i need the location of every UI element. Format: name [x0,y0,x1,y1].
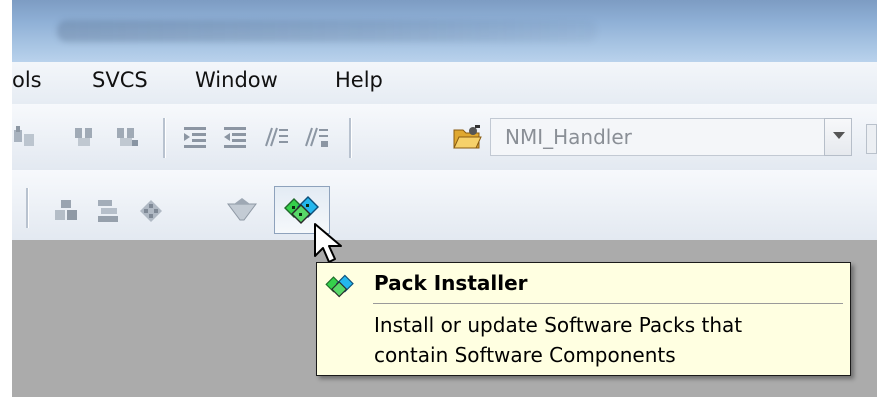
combo-dropdown-button[interactable] [824,118,852,156]
open-folder-icon[interactable] [452,122,482,152]
tooltip-description-line: Install or update Software Packs that [374,313,743,337]
menu-svcs[interactable]: SVCS [92,68,148,92]
pack-installer-icon [325,274,354,298]
tooltip-description-line: contain Software Components [374,343,676,367]
find-icon[interactable] [72,124,98,150]
pack-installer-tooltip: Pack Installer Install or update Softwar… [316,262,851,376]
comment-icon[interactable] [264,124,290,150]
manage-run-time-environment-icon[interactable] [138,198,164,224]
find-in-files-icon[interactable] [12,124,38,150]
select-software-packs-icon[interactable] [95,198,121,224]
window-title-blurred [57,20,597,42]
tooltip-divider [373,303,843,304]
toolbar-separator [26,188,29,228]
tooltip-title: Pack Installer [374,271,528,295]
unindent-icon[interactable] [222,124,248,150]
uncomment-icon[interactable] [304,124,330,150]
menu-window[interactable]: Window [195,68,278,92]
pack-filter-icon[interactable] [226,196,258,222]
toolbar-separator [349,118,352,158]
find-next-icon[interactable] [114,124,140,150]
menu-tools[interactable]: ols [12,68,42,92]
window-title-bar [12,0,877,62]
function-combo-value: NMI_Handler [505,125,632,149]
function-combo[interactable]: NMI_Handler [490,118,852,156]
indent-icon[interactable] [182,124,208,150]
next-combo-edge[interactable] [866,124,877,154]
toolbar-separator [163,118,166,158]
menu-bar: ols SVCS Window Help [12,62,877,105]
chevron-down-icon [833,132,845,139]
manage-components-icon[interactable] [53,198,79,224]
menu-help[interactable]: Help [335,68,383,92]
